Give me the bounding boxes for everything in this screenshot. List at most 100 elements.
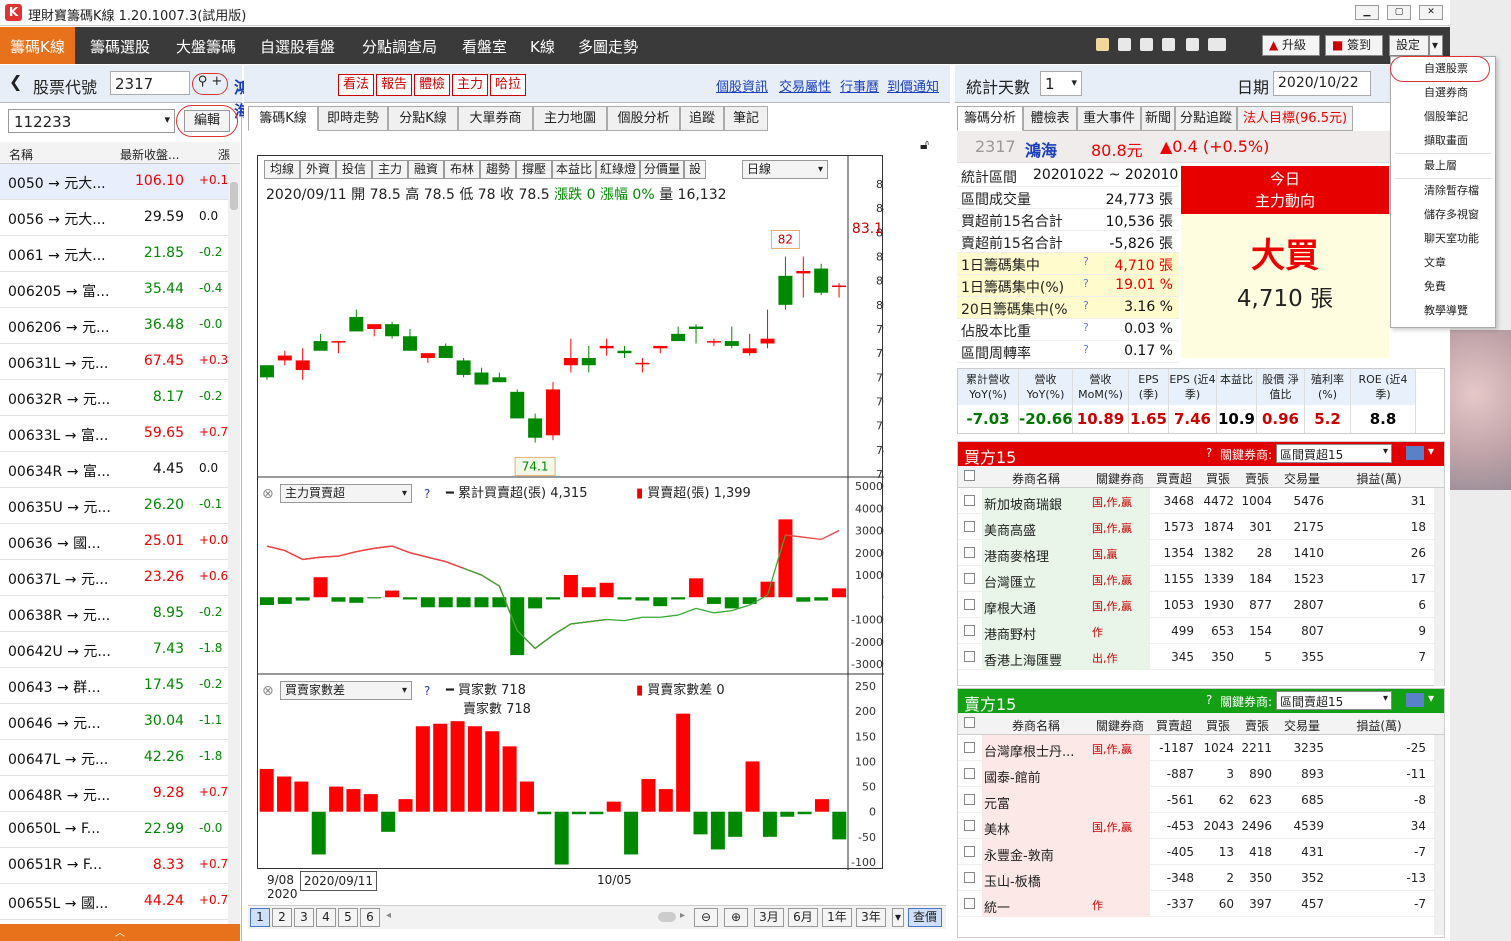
- period-select[interactable]: 日線 ▾: [742, 160, 828, 179]
- dropdown-item[interactable]: 免費: [1391, 275, 1495, 299]
- col-name-header[interactable]: 名稱: [9, 146, 33, 163]
- tab-0[interactable]: 籌碼K線: [248, 106, 318, 131]
- watchlist-row[interactable]: 00648R → 元... 9.28 +0.7: [0, 776, 240, 812]
- main-force-button[interactable]: 主力: [452, 74, 488, 96]
- chat-icon[interactable]: [1140, 38, 1153, 51]
- opinion-button[interactable]: 看法: [338, 74, 374, 96]
- stats-days-select[interactable]: 1 ▾: [1040, 71, 1082, 96]
- menu-branch-investigation[interactable]: 分點調查局: [362, 36, 437, 57]
- settings-dropdown-button[interactable]: ▾: [1429, 35, 1443, 56]
- search-add-button[interactable]: ⚲ +: [192, 73, 228, 95]
- tab-5[interactable]: 個股分析: [607, 106, 680, 131]
- help-icon[interactable]: ?: [424, 684, 430, 698]
- row-checkbox[interactable]: [964, 547, 975, 558]
- help-icon[interactable]: ?: [1206, 693, 1212, 707]
- menu-trading-room[interactable]: 看盤室: [462, 36, 507, 57]
- page-button[interactable]: 4: [316, 908, 336, 927]
- watchlist-row[interactable]: 00638R → 元... 8.95 -0.2: [0, 596, 240, 632]
- layout-icon[interactable]: [1406, 693, 1424, 707]
- minimize-button[interactable]: ▁: [1355, 5, 1379, 20]
- note-icon[interactable]: [1096, 38, 1109, 51]
- menu-chip-kline[interactable]: 籌碼K線: [0, 27, 75, 64]
- select-all-checkbox[interactable]: [964, 717, 975, 728]
- panel3-indicator-select[interactable]: 買賣家數差 ▾: [280, 681, 412, 700]
- indicator-10[interactable]: 分價量: [640, 160, 684, 179]
- screenshot-icon[interactable]: [1208, 38, 1226, 51]
- row-checkbox[interactable]: [964, 742, 975, 753]
- broker-col-header[interactable]: 損益(萬): [1328, 470, 1430, 487]
- page-button[interactable]: 3: [294, 908, 314, 927]
- range-button[interactable]: 3月: [754, 908, 784, 927]
- indicator-0[interactable]: 均線: [264, 160, 300, 179]
- indicator-2[interactable]: 投信: [336, 160, 372, 179]
- link-price-alert[interactable]: 到價通知: [887, 76, 939, 95]
- zoom-in-icon[interactable]: ⊕: [724, 908, 748, 927]
- watchlist-row[interactable]: 00635U → 元... 26.20 -0.1: [0, 488, 240, 524]
- panel2-indicator-select[interactable]: 主力買賣超 ▾: [280, 484, 412, 503]
- stats-tab-4[interactable]: 分點追蹤: [1175, 106, 1237, 131]
- tab-7[interactable]: 筆記: [724, 106, 768, 131]
- indicator-7[interactable]: 撐壓: [516, 160, 552, 179]
- scroll-left-icon[interactable]: ◂: [386, 910, 391, 921]
- dropdown-item[interactable]: 個股筆記: [1391, 105, 1495, 129]
- help-icon[interactable]: ?: [1083, 299, 1089, 312]
- broker-col-header[interactable]: 交易量: [1276, 470, 1328, 487]
- watchlist-row[interactable]: 00632R → 元... 8.17 -0.2: [0, 380, 240, 416]
- indicator-11[interactable]: 設: [684, 160, 706, 179]
- indicator-3[interactable]: 主力: [372, 160, 408, 179]
- help-icon[interactable]: ?: [1083, 277, 1089, 290]
- row-checkbox[interactable]: [964, 846, 975, 857]
- edit-button[interactable]: 編輯: [184, 110, 230, 132]
- watchlist-row[interactable]: 00633L → 富... 59.65 +0.7: [0, 416, 240, 452]
- menu-chip-selection[interactable]: 籌碼選股: [90, 36, 150, 57]
- watchlist-row[interactable]: 00634R → 富... 4.45 0.0: [0, 452, 240, 488]
- sellers-range-select[interactable]: 區間賣超15 ▾: [1276, 691, 1392, 710]
- broker-col-header[interactable]: 損益(萬): [1328, 717, 1430, 734]
- broker-col-header[interactable]: 買張: [1198, 717, 1238, 734]
- watchlist-row[interactable]: 0050 → 元大... 106.10 +0.1: [0, 164, 240, 200]
- broker-row[interactable]: 新加坡商瑞銀 国,作,贏 3468 4472 1004 5476 31: [958, 488, 1434, 514]
- watchlist-scrollbar[interactable]: [228, 164, 240, 924]
- chevron-down-icon[interactable]: ▾: [1428, 444, 1434, 458]
- broker-row[interactable]: 玉山-板橋 -348 2 350 352 -13: [958, 865, 1434, 891]
- date-picker[interactable]: 2020/10/22: [1273, 71, 1371, 96]
- broker-col-header[interactable]: 券商名稱: [982, 470, 1090, 487]
- broker-col-header[interactable]: 關鍵券商: [1090, 717, 1150, 734]
- broker-row[interactable]: 港商麥格理 国,贏 1354 1382 28 1410 26: [958, 540, 1434, 566]
- watchlist-row[interactable]: 006206 → 元... 36.48 -0.0: [0, 308, 240, 344]
- broker-row[interactable]: 港商野村作 499 653 154 807 9: [958, 618, 1434, 644]
- row-checkbox[interactable]: [964, 898, 975, 909]
- row-checkbox[interactable]: [964, 651, 975, 662]
- watchlist-row[interactable]: 00637L → 元... 23.26 +0.6: [0, 560, 240, 596]
- help-icon[interactable]: ?: [1083, 255, 1089, 268]
- watchlist-row[interactable]: 00643 → 群... 17.45 -0.2: [0, 668, 240, 704]
- broker-row[interactable]: 台灣匯立 国,作,贏 1155 1339 184 1523 17: [958, 566, 1434, 592]
- broker-col-header[interactable]: 買賣超: [1150, 470, 1198, 487]
- lock-icon[interactable]: 🔓︎: [920, 137, 929, 153]
- watchlist-row[interactable]: 006205 → 富... 35.44 -0.4: [0, 272, 240, 308]
- broker-col-header[interactable]: 買張: [1198, 470, 1238, 487]
- close-button[interactable]: ✕: [1419, 5, 1443, 20]
- chat-button[interactable]: 哈拉: [490, 74, 526, 96]
- zoom-out-icon[interactable]: ⊖: [694, 908, 718, 927]
- stats-tab-3[interactable]: 新聞: [1141, 106, 1175, 131]
- broker-row[interactable]: 國泰-館前 -887 3 890 893 -11: [958, 761, 1434, 787]
- stats-tab-2[interactable]: 重大事件: [1077, 106, 1141, 131]
- menu-watchlist-view[interactable]: 自選股看盤: [260, 36, 335, 57]
- checkup-button[interactable]: 體檢: [414, 74, 450, 96]
- watchlist-row[interactable]: 00646 → 元... 30.04 -1.1: [0, 704, 240, 740]
- scroll-thumb[interactable]: [658, 912, 676, 922]
- broker-row[interactable]: 台灣摩根士丹... 国,作,贏 -1187 1024 2211 3235 -25: [958, 735, 1434, 761]
- broker-row[interactable]: 美商高盛 国,作,贏 1573 1874 301 2175 18: [958, 514, 1434, 540]
- dropdown-item[interactable]: 儲存多視窗: [1391, 203, 1495, 227]
- indicator-9[interactable]: 紅綠燈: [596, 160, 640, 179]
- watchlist-row[interactable]: 00655L → 國... 44.24 +0.7: [0, 884, 240, 920]
- watchlist-row[interactable]: 00651R → F... 8.33 +0.7: [0, 848, 240, 884]
- report-button[interactable]: 報告: [376, 74, 412, 96]
- indicator-6[interactable]: 趨勢: [480, 160, 516, 179]
- menu-kline[interactable]: K線: [530, 36, 555, 57]
- page-button[interactable]: 6: [360, 908, 380, 927]
- broker-row[interactable]: 元富 -561 62 623 685 -8: [958, 787, 1434, 813]
- help-icon[interactable]: ?: [1083, 343, 1089, 356]
- page-button[interactable]: 5: [338, 908, 358, 927]
